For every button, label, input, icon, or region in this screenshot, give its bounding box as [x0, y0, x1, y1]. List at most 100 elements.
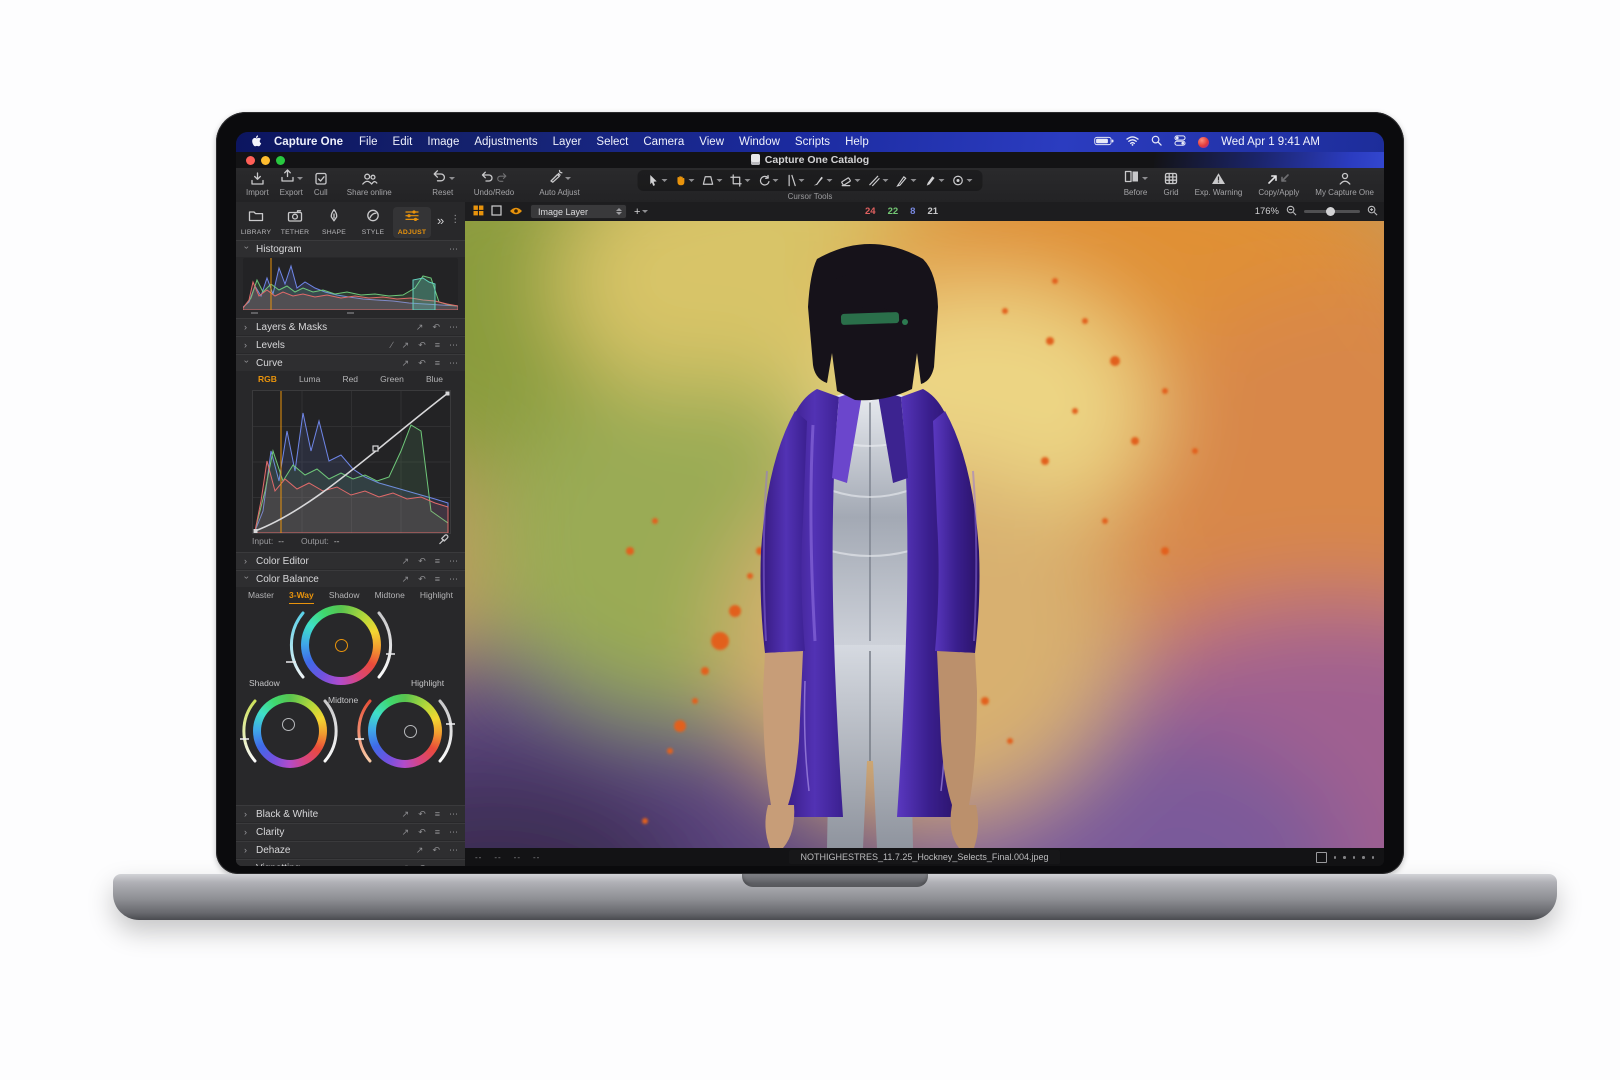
more-icon[interactable]: ⋯	[449, 556, 458, 567]
panel-curve-header[interactable]: › Curve ↗ ↶ ≡ ⋯	[236, 354, 465, 371]
presets-icon[interactable]: ≡	[435, 358, 440, 368]
copy-adjustments-icon[interactable]: ↗	[402, 827, 410, 838]
panel-color-balance-header[interactable]: › Color Balance ↗ ↶ ≡ ⋯	[236, 570, 465, 587]
more-icon[interactable]: ⋯	[449, 322, 458, 333]
menu-file[interactable]: File	[359, 136, 378, 148]
zoom-slider-thumb[interactable]	[1326, 207, 1335, 216]
cb-tab-master[interactable]: Master	[248, 590, 274, 604]
menu-edit[interactable]: Edit	[393, 136, 413, 148]
battery-icon[interactable]	[1094, 136, 1114, 149]
curve-picker-icon[interactable]	[438, 532, 449, 550]
menu-select[interactable]: Select	[596, 136, 628, 148]
dot-indicator[interactable]	[1343, 856, 1346, 859]
cb-tab-highlight[interactable]: Highlight	[420, 590, 453, 604]
copy-adjustments-icon[interactable]: ↗	[402, 809, 410, 820]
menu-camera[interactable]: Camera	[643, 136, 684, 148]
grid-button[interactable]: Grid	[1164, 170, 1179, 197]
copy-adjustments-icon[interactable]: ↗	[402, 358, 410, 369]
copy-adjustments-icon[interactable]: ↗	[402, 556, 410, 567]
select-tool[interactable]	[648, 174, 668, 187]
shadow-color-wheel[interactable]	[253, 694, 327, 768]
single-view-icon[interactable]	[491, 203, 502, 221]
share-online-button[interactable]: Share online	[347, 170, 392, 197]
layer-selector[interactable]: Image Layer	[530, 204, 627, 219]
presets-icon[interactable]: ≡	[435, 809, 440, 819]
more-icon[interactable]: ⋯	[449, 827, 458, 838]
presets-icon[interactable]: ≡	[435, 556, 440, 566]
more-icon[interactable]: ⋯	[449, 809, 458, 820]
import-button[interactable]: Import	[246, 170, 269, 197]
dot-indicator[interactable]	[1372, 856, 1375, 859]
reset-adjustments-icon[interactable]: ↶	[432, 322, 440, 333]
curve-tab-luma[interactable]: Luma	[299, 374, 320, 388]
photo-canvas[interactable]	[465, 221, 1384, 848]
more-icon[interactable]: ⋯	[449, 358, 458, 369]
panel-clarity-header[interactable]: › Clarity ↗ ↶ ≡ ⋯	[236, 823, 465, 840]
panel-black-white-header[interactable]: › Black & White ↗ ↶ ≡ ⋯	[236, 805, 465, 822]
reset-adjustments-icon[interactable]: ↶	[418, 556, 426, 567]
more-icon[interactable]: ⋯	[449, 340, 458, 351]
draw-mask-tool[interactable]	[812, 174, 833, 187]
copy-adjustments-icon[interactable]: ↗	[402, 863, 410, 867]
marker-tool[interactable]	[924, 174, 945, 187]
copy-adjustments-icon[interactable]: ↗	[416, 322, 424, 333]
auto-adjust-button[interactable]: Auto Adjust	[539, 170, 579, 197]
menu-image[interactable]: Image	[427, 136, 459, 148]
shadow-wheel-marker[interactable]	[282, 718, 295, 731]
copy-apply-button[interactable]: Copy/Apply	[1258, 170, 1299, 197]
presets-icon[interactable]: ≡	[435, 340, 440, 350]
undo-redo-button[interactable]: Undo/Redo	[474, 170, 514, 197]
exposure-warning-button[interactable]: Exp. Warning	[1195, 170, 1243, 197]
copy-adjustments-icon[interactable]: ↗	[416, 845, 424, 856]
pan-tool[interactable]	[675, 174, 695, 187]
curve-tab-rgb[interactable]: RGB	[258, 374, 277, 388]
more-icon[interactable]: ⋯	[449, 863, 458, 867]
curve-tab-blue[interactable]: Blue	[426, 374, 443, 388]
zoom-in-icon[interactable]	[1367, 203, 1378, 221]
presets-icon[interactable]: ≡	[435, 863, 440, 866]
reset-button[interactable]: Reset	[431, 170, 455, 197]
heal-clone-tool[interactable]	[952, 174, 973, 187]
menu-layer[interactable]: Layer	[553, 136, 582, 148]
add-layer-button[interactable]: +	[634, 206, 648, 218]
dot-indicator[interactable]	[1334, 856, 1337, 859]
reset-adjustments-icon[interactable]: ↶	[432, 845, 440, 856]
frame-icon[interactable]	[1316, 852, 1327, 863]
wifi-icon[interactable]	[1126, 136, 1139, 149]
panel-histogram-header[interactable]: › Histogram ⋯	[236, 240, 465, 257]
tab-shape[interactable]: SHAPE	[315, 207, 353, 238]
highlight-wheel-marker[interactable]	[404, 725, 417, 738]
more-icon[interactable]: ⋯	[449, 574, 458, 585]
more-icon[interactable]: ⋯	[449, 244, 458, 255]
midtone-wheel-marker[interactable]	[335, 639, 348, 652]
tabs-menu-icon[interactable]: ⋮	[450, 214, 460, 225]
zoom-slider[interactable]	[1304, 210, 1360, 213]
pen-tool[interactable]	[896, 174, 917, 187]
erase-mask-tool[interactable]	[840, 174, 861, 187]
apple-logo-icon[interactable]	[250, 134, 262, 151]
rotate-tool[interactable]	[758, 174, 779, 187]
curve-plot[interactable]	[252, 390, 451, 534]
cb-tab-shadow[interactable]: Shadow	[329, 590, 360, 604]
zoom-level[interactable]: 176%	[1255, 206, 1279, 217]
cull-button[interactable]: Cull	[314, 170, 328, 197]
reset-adjustments-icon[interactable]: ↶	[418, 358, 426, 369]
zoom-out-icon[interactable]	[1286, 203, 1297, 221]
siri-orb-icon[interactable]	[1198, 137, 1209, 148]
auto-levels-icon[interactable]: ∕	[391, 340, 393, 350]
menu-window[interactable]: Window	[739, 136, 780, 148]
reset-adjustments-icon[interactable]: ↶	[418, 827, 426, 838]
dot-indicator[interactable]	[1353, 856, 1356, 859]
curve-tab-green[interactable]: Green	[380, 374, 404, 388]
menu-view[interactable]: View	[699, 136, 724, 148]
reset-adjustments-icon[interactable]: ↶	[418, 574, 426, 585]
control-center-icon[interactable]	[1174, 135, 1186, 149]
reset-adjustments-icon[interactable]: ↶	[418, 809, 426, 820]
reset-adjustments-icon[interactable]: ↶	[418, 863, 426, 867]
cb-tab-3way[interactable]: 3-Way	[289, 590, 314, 604]
tab-tether[interactable]: TETHER	[276, 207, 314, 238]
copy-adjustments-icon[interactable]: ↗	[402, 574, 410, 585]
my-capture-one-button[interactable]: My Capture One	[1315, 170, 1374, 197]
straighten-tool[interactable]	[786, 174, 805, 187]
menu-adjustments[interactable]: Adjustments	[474, 136, 537, 148]
